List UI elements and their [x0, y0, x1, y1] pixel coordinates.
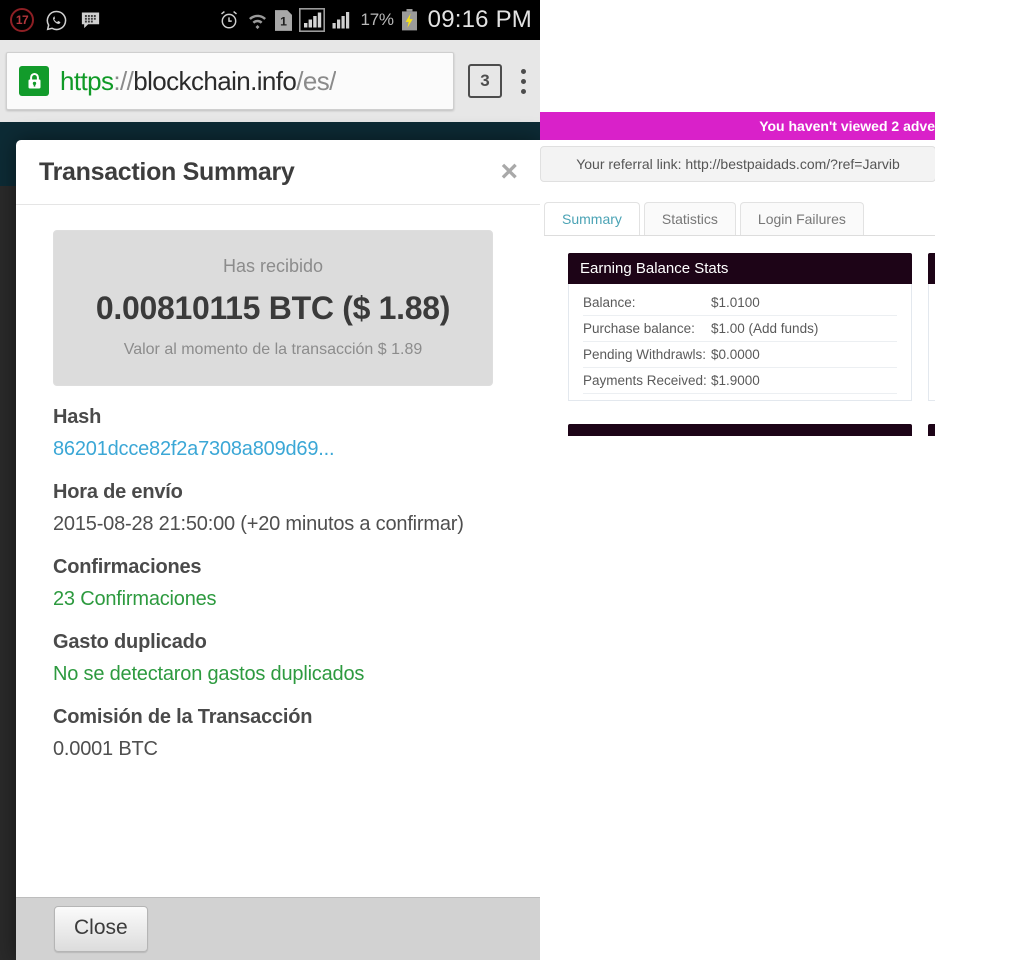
padlock-icon [19, 66, 49, 96]
tab-label: Statistics [661, 211, 718, 227]
signal-icon-2 [332, 12, 349, 29]
bbm-icon [81, 11, 100, 28]
earning-balance-stats-panel: Earning Balance Stats Balance: $1.0100 P… [568, 253, 912, 401]
stat-value: $0.0000 [711, 347, 760, 362]
close-button[interactable]: Close [54, 906, 148, 952]
svg-text:1: 1 [280, 14, 287, 28]
stat-key: Payments Received: [583, 373, 707, 388]
field-label: Hora de envío [53, 481, 183, 503]
stat-key: Pending Withdrawls: [583, 347, 707, 362]
table-row: Purchase balance: $1.00 (Add funds) [583, 316, 897, 342]
field-label: Confirmaciones [53, 556, 202, 578]
field-hash: Hash 86201dcce82f2a7308a809d69... [53, 406, 516, 461]
field-label: Gasto duplicado [53, 631, 207, 653]
field-value: 0.0001 BTC [53, 738, 158, 760]
address-bar[interactable]: https://blockchain.info/es/ [6, 52, 454, 110]
table-row: Pending Withdrawls: $0.0000 [583, 342, 897, 368]
browser-toolbar: https://blockchain.info/es/ 3 [0, 40, 540, 122]
amount-card: Has recibido 0.00810115 BTC ($ 1.88) Val… [53, 230, 493, 386]
close-icon[interactable]: × [492, 153, 526, 191]
tab-statistics[interactable]: Statistics [643, 202, 736, 235]
url-path: /es/ [296, 65, 336, 96]
url-text: https://blockchain.info/es/ [60, 66, 336, 97]
url-separator: :// [113, 65, 134, 96]
field-label: Hash [53, 406, 102, 428]
battery-charging-icon [401, 9, 417, 31]
ad-notice-banner[interactable]: You haven't viewed 2 adve [540, 112, 935, 140]
next-panel-heading-left [568, 424, 912, 436]
tab-label: Summary [562, 211, 622, 227]
transaction-summary-modal: Transaction Summary × Has recibido 0.008… [16, 140, 540, 960]
stat-value[interactable]: $1.00 (Add funds) [711, 321, 897, 336]
android-status-bar: 17 1 17% 09:16 PM [0, 0, 540, 40]
referral-link-box[interactable]: Your referral link: http://bestpaidads.c… [540, 146, 936, 182]
notification-count-badge-icon: 17 [10, 8, 34, 32]
desktop-screenshot: You haven't viewed 2 adve Your referral … [540, 0, 1011, 960]
whatsapp-icon [46, 10, 67, 30]
amount-label: Has recibido [222, 256, 324, 276]
page-title: Transaction Summary [39, 157, 295, 186]
tab-login-failures[interactable]: Login Failures [739, 202, 864, 235]
tab-bar: Summary Statistics Login Failures [544, 202, 944, 236]
modal-footer: Close [16, 897, 540, 960]
tab-summary[interactable]: Summary [544, 202, 640, 235]
panel-body: Balance: $1.0100 Purchase balance: $1.00… [568, 284, 912, 401]
modal-body: Has recibido 0.00810115 BTC ($ 1.88) Val… [16, 206, 540, 897]
status-badge: No se detectaron gastos duplicados [53, 663, 365, 685]
alarm-icon [220, 10, 237, 29]
field-double-spend: Gasto duplicado No se detectaron gastos … [53, 631, 516, 686]
status-icons-right: 1 17% 09:16 PM [218, 6, 532, 34]
field-confirmations: Confirmaciones 23 Confirmaciones [53, 556, 516, 611]
field-label: Comisión de la Transacción [53, 706, 313, 728]
amount-value: 0.00810115 BTC ($ 1.88) [95, 290, 451, 326]
phone-screen: 17 1 17% 09:16 PM https://blockchain.inf… [0, 0, 540, 960]
table-row: Balance: $1.0100 [583, 290, 897, 316]
stat-key: Balance: [583, 295, 636, 310]
panel-heading: Earning Balance Stats [568, 253, 912, 284]
table-row: Payments Received: $1.9000 [583, 368, 897, 394]
amount-note: Valor al momento de la transacción $ 1.8… [123, 341, 423, 358]
status-icons-left: 17 [10, 8, 102, 32]
stat-value: $1.0100 [711, 295, 760, 310]
hash-link[interactable]: 86201dcce82f2a7308a809d69... [53, 438, 516, 461]
modal-header: Transaction Summary × [16, 140, 540, 205]
status-badge: 23 Confirmaciones [53, 588, 217, 610]
screenshot-crop-bottom [540, 436, 1011, 960]
battery-percent-label: 17% [360, 10, 394, 29]
url-host: blockchain.info [133, 65, 297, 96]
tab-count-button[interactable]: 3 [468, 64, 502, 98]
screenshot-root: 17 1 17% 09:16 PM https://blockchain.inf… [0, 0, 1011, 960]
tab-label: Login Failures [757, 211, 846, 227]
stat-key: Purchase balance: [583, 321, 695, 336]
signal-icon-1 [298, 8, 325, 32]
field-value: 2015-08-28 21:50:00 (+20 minutos a confi… [53, 513, 464, 535]
stat-value: $1.9000 [711, 373, 760, 388]
sim1-icon: 1 [274, 9, 292, 31]
wifi-icon [248, 14, 266, 29]
status-clock: 09:16 PM [427, 6, 532, 33]
url-scheme: https [60, 65, 114, 96]
field-send-time: Hora de envío 2015-08-28 21:50:00 (+20 m… [53, 481, 516, 536]
kebab-menu-icon[interactable] [512, 68, 534, 94]
field-transaction-fee: Comisión de la Transacción 0.0001 BTC [53, 706, 516, 761]
